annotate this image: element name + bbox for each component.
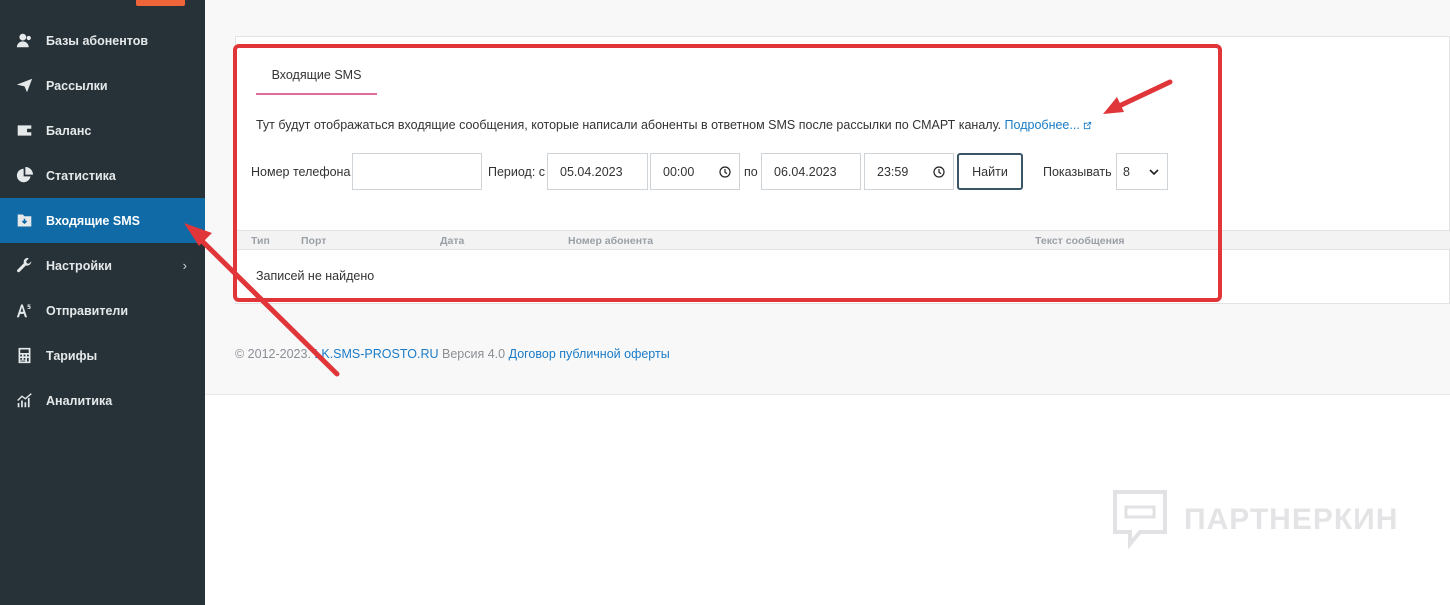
- wrench-icon: [14, 256, 34, 276]
- info-description: Тут будут отображаться входящие сообщени…: [256, 118, 1002, 132]
- time-to-input[interactable]: 23:59: [864, 153, 954, 190]
- sidebar: Базы абонентов Рассылки Баланс Статистик…: [0, 0, 205, 605]
- svg-text:5: 5: [27, 304, 31, 311]
- pie-chart-icon: [14, 166, 34, 186]
- time-from-value: 00:00: [663, 164, 695, 179]
- clock-icon[interactable]: [719, 165, 731, 178]
- watermark-text: ПАРТНЕРКИН: [1184, 503, 1399, 536]
- column-date[interactable]: Дата: [440, 235, 464, 247]
- info-text: Тут будут отображаться входящие сообщени…: [256, 118, 1092, 132]
- sidebar-item-mailings[interactable]: Рассылки: [0, 63, 205, 108]
- sender-icon: 5: [14, 301, 34, 321]
- sidebar-item-label: Баланс: [46, 123, 92, 138]
- public-offer-link[interactable]: Договор публичной оферты: [509, 347, 670, 361]
- table-header: Тип Порт Дата Номер абонента Текст сообщ…: [235, 230, 1450, 250]
- version-text: Версия 4.0: [442, 347, 506, 361]
- sidebar-item-label: Тарифы: [46, 348, 98, 363]
- sidebar-item-label: Аналитика: [46, 393, 113, 408]
- time-from-input[interactable]: 00:00: [650, 153, 740, 190]
- calculator-icon: [14, 346, 34, 366]
- sidebar-item-analytics[interactable]: Аналитика: [0, 378, 205, 423]
- more-link[interactable]: Подробнее...: [1005, 118, 1092, 132]
- sidebar-item-statistics[interactable]: Статистика: [0, 153, 205, 198]
- logo-badge[interactable]: [136, 0, 185, 6]
- tab-incoming-sms[interactable]: Входящие SMS: [256, 60, 377, 95]
- phone-label: Номер телефона: [251, 165, 351, 179]
- sidebar-item-label: Рассылки: [46, 78, 108, 93]
- site-link[interactable]: LK.SMS-PROSTO.RU: [314, 347, 438, 361]
- chevron-right-icon: ›: [182, 258, 187, 273]
- time-to-value: 23:59: [877, 164, 909, 179]
- page-size-select[interactable]: 8: [1116, 153, 1168, 190]
- sidebar-item-label: Отправители: [46, 303, 129, 318]
- period-label: Период: с: [488, 165, 546, 179]
- sidebar-item-label: Статистика: [46, 168, 116, 183]
- to-label: по: [744, 165, 758, 179]
- analytics-icon: [14, 391, 34, 411]
- find-button[interactable]: Найти: [957, 153, 1023, 190]
- show-label: Показывать: [1043, 165, 1112, 179]
- column-port[interactable]: Порт: [301, 235, 326, 247]
- clock-icon[interactable]: [933, 165, 945, 178]
- watermark-logo-icon: [1113, 490, 1167, 550]
- page-size-value: 8: [1123, 164, 1130, 179]
- copyright-text: © 2012-2023.: [235, 347, 311, 361]
- send-icon: [14, 76, 34, 96]
- sidebar-item-label: Базы абонентов: [46, 33, 149, 48]
- date-from-input[interactable]: 05.04.2023: [547, 153, 648, 190]
- sidebar-item-incoming-sms[interactable]: Входящие SMS: [0, 198, 205, 243]
- chevron-down-icon: [1149, 168, 1159, 175]
- sidebar-nav: Базы абонентов Рассылки Баланс Статистик…: [0, 18, 205, 423]
- sidebar-item-balance[interactable]: Баланс: [0, 108, 205, 153]
- wallet-icon: [14, 121, 34, 141]
- phone-input[interactable]: [352, 153, 482, 190]
- date-to-input[interactable]: 06.04.2023: [761, 153, 861, 190]
- inbox-icon: [14, 211, 34, 231]
- sidebar-item-settings[interactable]: Настройки ›: [0, 243, 205, 288]
- subscribers-icon: [14, 31, 34, 51]
- column-message-text[interactable]: Текст сообщения: [1035, 235, 1125, 247]
- sidebar-item-subscribers[interactable]: Базы абонентов: [0, 18, 205, 63]
- footer: © 2012-2023. LK.SMS-PROSTO.RU Версия 4.0…: [235, 347, 670, 361]
- sidebar-item-senders[interactable]: 5 Отправители: [0, 288, 205, 333]
- sidebar-item-label: Входящие SMS: [46, 213, 140, 228]
- empty-table-message: Записей не найдено: [256, 269, 375, 283]
- sidebar-item-label: Настройки: [46, 258, 112, 273]
- main-area: Входящие SMS Тут будут отображаться вход…: [205, 0, 1450, 395]
- external-link-icon: [1083, 121, 1091, 130]
- sidebar-item-tariffs[interactable]: Тарифы: [0, 333, 205, 378]
- watermark: ПАРТНЕРКИН: [1112, 490, 1412, 550]
- column-type[interactable]: Тип: [251, 235, 270, 247]
- column-subscriber-number[interactable]: Номер абонента: [568, 235, 653, 247]
